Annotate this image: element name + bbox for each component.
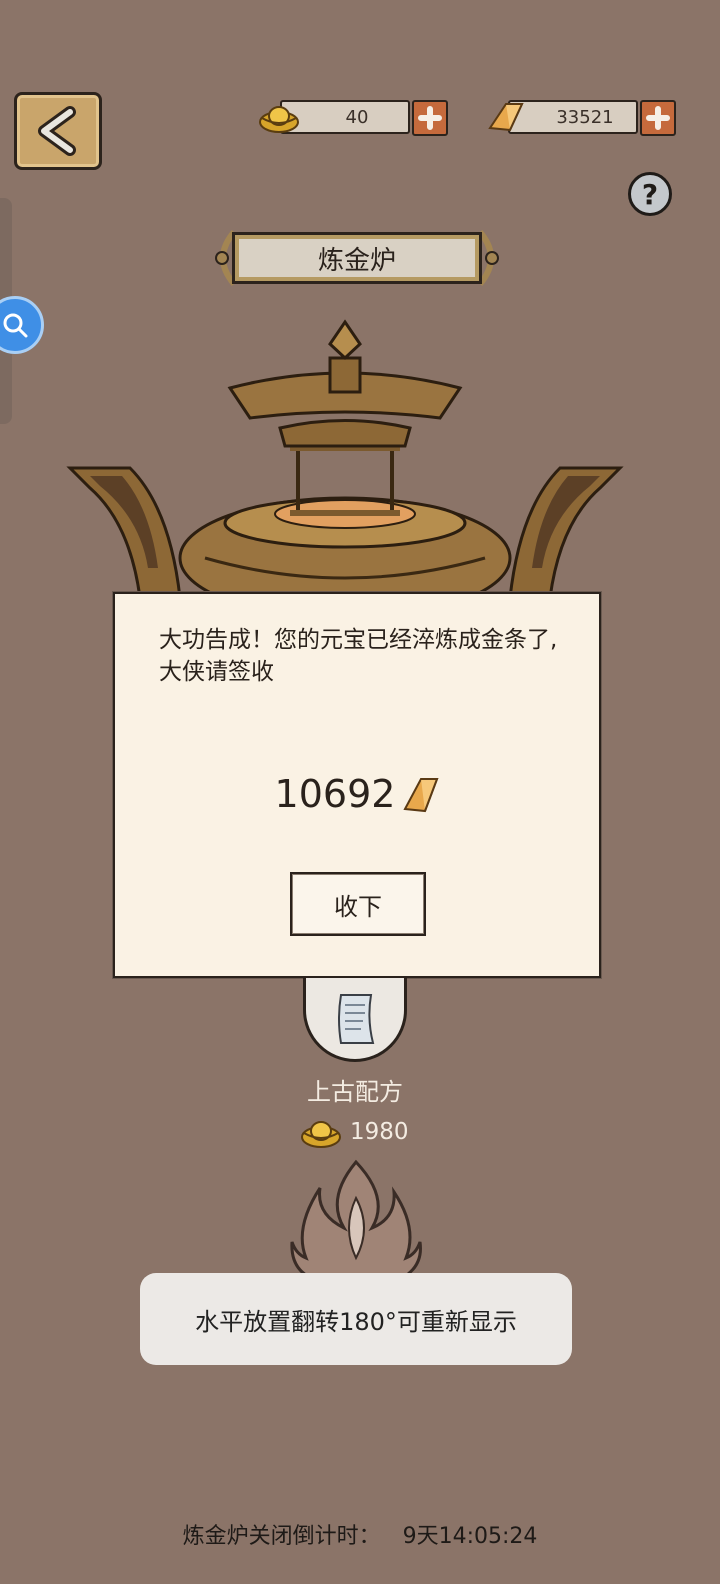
floating-assist-button[interactable] [0,296,44,354]
recipe-cost-value: 1980 [350,1119,409,1145]
alchemy-furnace-screen: 40 33521 ? 炼金炉 大功告成！您的元宝已经淬炼成金条了,大侠请签收 1… [0,0,720,1584]
help-button[interactable]: ? [628,172,672,216]
back-arrow-icon [38,106,76,156]
title-banner: 炼金炉 [212,224,502,292]
close-countdown: 炼金炉关闭倒计时： 9天14:05:24 [0,1518,720,1550]
plus-icon [418,106,442,130]
gold-bar-currency: 33521 [486,100,676,138]
recipe-cost: 1980 [300,1114,420,1150]
dialog-message: 大功告成！您的元宝已经淬炼成金条了,大侠请签收 [159,627,558,685]
question-mark-icon: ? [641,177,659,211]
gold-bar-amount: 33521 [508,100,638,134]
toast-message: 水平放置翻转180°可重新显示 [140,1273,572,1365]
result-dialog: 大功告成！您的元宝已经淬炼成金条了,大侠请签收 10692 收下 [113,592,601,978]
yuanbao-icon [259,106,299,133]
plus-icon [646,106,670,130]
gold-bar-icon [403,778,439,813]
page-title: 炼金炉 [232,232,482,284]
accept-button[interactable]: 收下 [290,872,426,936]
reward-row: 10692 [115,772,599,816]
gold-bar-icon [488,103,524,132]
countdown-label: 炼金炉关闭倒计时： [182,1524,381,1549]
add-gold-bar-button[interactable] [640,100,676,136]
yuanbao-icon [301,1121,341,1148]
back-button[interactable] [14,92,102,170]
countdown-time: 9天14:05:24 [402,1524,538,1549]
recipe-item[interactable] [303,978,407,1062]
magnifier-icon [3,313,28,338]
yuanbao-currency: 40 [258,100,448,138]
cauldron-illustration [66,319,624,608]
scroll-icon [338,993,375,1044]
fire-icon [290,1159,422,1284]
reward-amount: 10692 [274,772,396,816]
add-yuanbao-button[interactable] [412,100,448,136]
recipe-name: 上古配方 [307,1078,403,1106]
